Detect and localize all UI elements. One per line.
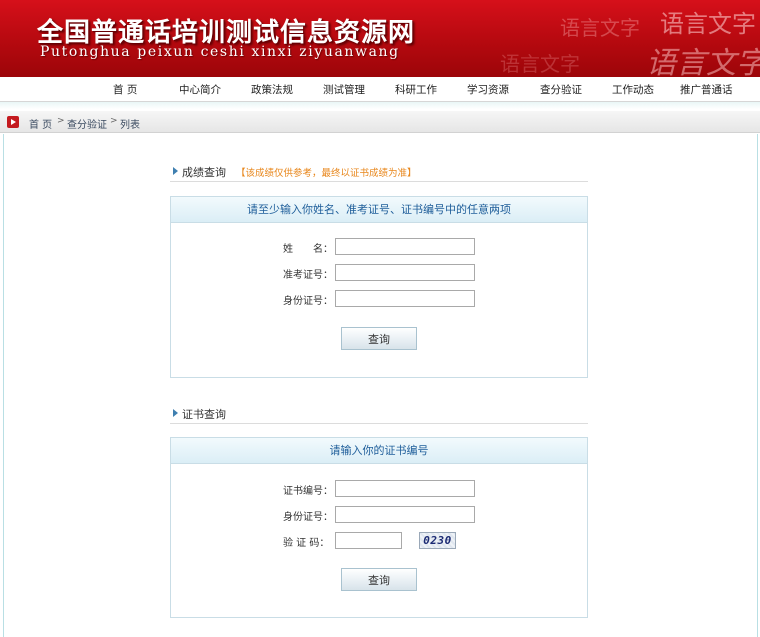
- banner-decoration: 语言文字 语言文字 语言文字 语言文字: [500, 0, 760, 77]
- breadcrumb-separator-icon: >: [57, 116, 65, 126]
- score-query-submit-button[interactable]: 查询: [341, 327, 417, 350]
- breadcrumb-separator-icon: >: [110, 116, 118, 126]
- section-arrow-icon: [173, 409, 178, 417]
- breadcrumb-current: 列表: [120, 120, 140, 131]
- decoration-text: 语言文字: [646, 46, 760, 77]
- exam-no-label: 准考证号：: [283, 270, 333, 281]
- site-banner: 全国普通话培训测试信息资源网 Putonghua peixun ceshi xi…: [0, 0, 760, 77]
- nav-item-research[interactable]: 科研工作: [395, 82, 437, 97]
- cert-id-no-input[interactable]: [335, 506, 475, 523]
- score-query-title: 成绩查询: [182, 166, 226, 179]
- score-query-panel: 请至少输入你姓名、准考证号、证书编号中的任意两项: [170, 196, 588, 378]
- nav-item-promote-putonghua[interactable]: 推广普通话: [680, 82, 733, 97]
- main-nav: 首 页 中心简介 政策法规 测试管理 科研工作 学习资源 查分验证 工作动态 推…: [0, 77, 760, 102]
- cert-no-input[interactable]: [335, 480, 475, 497]
- exam-no-input[interactable]: [335, 264, 475, 281]
- captcha-input[interactable]: [335, 532, 402, 549]
- score-query-note: 【该成绩仅供参考，最终以证书成绩为准】: [236, 168, 417, 179]
- captcha-image[interactable]: 0230: [419, 532, 456, 549]
- nav-item-home[interactable]: 首 页: [113, 82, 137, 97]
- breadcrumb-score-check[interactable]: 查分验证: [67, 116, 107, 131]
- score-query-panel-title: 请至少输入你姓名、准考证号、证书编号中的任意两项: [171, 197, 587, 223]
- decoration-text: 语言文字: [660, 10, 756, 38]
- nav-item-resources[interactable]: 学习资源: [467, 82, 509, 97]
- name-label: 姓 名：: [283, 244, 333, 255]
- cert-no-label: 证书编号：: [283, 486, 333, 497]
- decoration-text: 语言文字: [560, 16, 640, 40]
- section-arrow-icon: [173, 167, 178, 175]
- nav-divider-strip: [0, 102, 760, 109]
- play-arrow-icon: [7, 116, 19, 128]
- id-no-label: 身份证号：: [283, 296, 333, 307]
- score-query-header: 成绩查询 【该成绩仅供参考，最终以证书成绩为准】: [170, 162, 588, 182]
- nav-item-news[interactable]: 工作动态: [612, 82, 654, 97]
- nav-item-test-management[interactable]: 测试管理: [323, 82, 365, 97]
- nav-item-score-check[interactable]: 查分验证: [540, 82, 582, 97]
- name-input[interactable]: [335, 238, 475, 255]
- captcha-label: 验 证 码：: [283, 538, 330, 549]
- breadcrumb: 首 页 > 查分验证 > 列表: [0, 111, 760, 133]
- cert-query-header: 证书查询: [170, 404, 588, 424]
- decoration-text: 语言文字: [500, 52, 580, 76]
- cert-id-no-label: 身份证号：: [283, 512, 333, 523]
- cert-query-panel-title: 请输入你的证书编号: [171, 438, 587, 464]
- id-no-input[interactable]: [335, 290, 475, 307]
- site-subtitle: Putonghua peixun ceshi xinxi ziyuanwang: [40, 44, 400, 60]
- nav-item-about[interactable]: 中心简介: [179, 82, 221, 97]
- breadcrumb-home[interactable]: 首 页: [29, 116, 52, 131]
- nav-item-policy[interactable]: 政策法规: [251, 82, 293, 97]
- cert-query-title: 证书查询: [182, 408, 226, 421]
- cert-query-submit-button[interactable]: 查询: [341, 568, 417, 591]
